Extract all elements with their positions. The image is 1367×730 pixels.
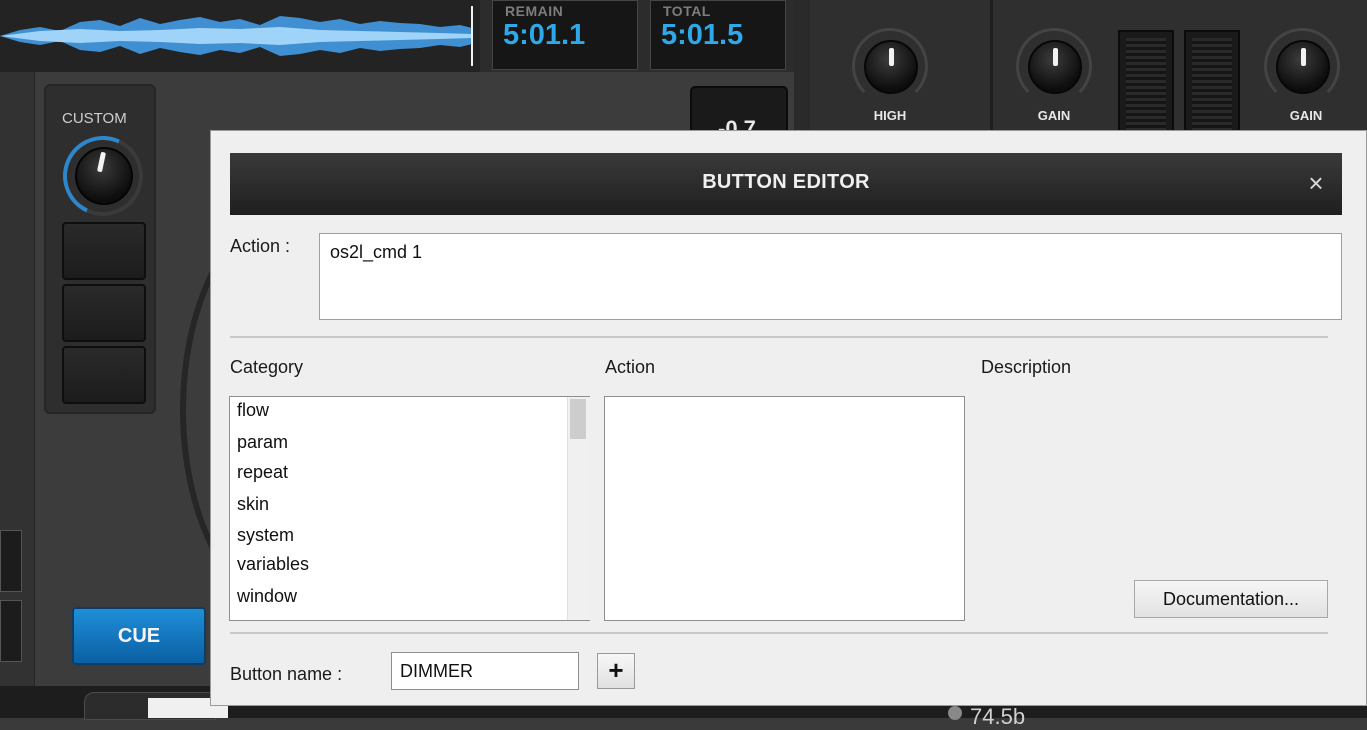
bottom-readout: 74.5b bbox=[970, 704, 1026, 729]
category-header: Category bbox=[230, 357, 304, 377]
add-button[interactable]: + bbox=[597, 653, 635, 689]
list-item[interactable]: flow bbox=[237, 400, 269, 421]
knob-body bbox=[1028, 40, 1082, 94]
total-time-display: TOTAL 5:01.5 bbox=[650, 0, 786, 70]
remain-value: 5:01.1 bbox=[503, 19, 586, 51]
remain-time-display: REMAIN 5:01.1 bbox=[492, 0, 638, 70]
action-input[interactable]: os2l_cmd 1 bbox=[319, 233, 1342, 320]
documentation-button[interactable]: Documentation... bbox=[1134, 580, 1328, 618]
cue-button[interactable]: CUE bbox=[72, 607, 206, 665]
total-value: 5:01.5 bbox=[661, 19, 744, 51]
list-item[interactable]: window bbox=[237, 586, 297, 607]
custom-label: CUSTOM bbox=[62, 110, 127, 127]
waveform[interactable] bbox=[0, 0, 480, 72]
close-icon[interactable]: × bbox=[1300, 166, 1332, 200]
custom-pad-1[interactable] bbox=[62, 222, 146, 280]
action-label: Action : bbox=[230, 236, 291, 256]
button-name-label: Button name : bbox=[230, 664, 343, 684]
gain-left-label: GAIN bbox=[1037, 108, 1071, 123]
knob-indicator bbox=[889, 48, 894, 66]
action-list[interactable] bbox=[604, 396, 965, 621]
gain-knob-right[interactable] bbox=[1264, 28, 1342, 106]
waveform-graphic bbox=[0, 0, 480, 72]
total-label: TOTAL bbox=[663, 3, 711, 19]
high-label: HIGH bbox=[873, 108, 907, 123]
list-item[interactable]: variables bbox=[237, 554, 309, 575]
level-meter-right bbox=[1184, 30, 1240, 142]
custom-pad-3[interactable] bbox=[62, 346, 146, 404]
description-header: Description bbox=[981, 357, 1072, 377]
knob-indicator bbox=[1301, 48, 1306, 66]
remain-label: REMAIN bbox=[505, 3, 564, 19]
scrollbar-thumb[interactable] bbox=[570, 399, 586, 439]
divider bbox=[230, 336, 1328, 338]
list-item[interactable]: system bbox=[237, 525, 294, 546]
high-eq-knob[interactable] bbox=[852, 28, 930, 106]
list-item[interactable]: param bbox=[237, 432, 288, 453]
action-header: Action bbox=[605, 357, 656, 377]
knob-body bbox=[1276, 40, 1330, 94]
button-name-input[interactable]: DIMMER bbox=[391, 652, 579, 690]
mixer-separator bbox=[990, 0, 993, 140]
knob-body bbox=[864, 40, 918, 94]
list-item[interactable]: repeat bbox=[237, 462, 288, 483]
side-button-1[interactable] bbox=[0, 530, 22, 592]
category-list[interactable]: flow param repeat skin system variables … bbox=[229, 396, 590, 621]
divider bbox=[230, 632, 1328, 634]
gain-right-label: GAIN bbox=[1289, 108, 1323, 123]
list-item[interactable]: skin bbox=[237, 494, 269, 515]
side-button-2[interactable] bbox=[0, 600, 22, 662]
dialog-title: BUTTON EDITOR bbox=[702, 171, 870, 193]
custom-pad-2[interactable] bbox=[62, 284, 146, 342]
knob-indicator bbox=[1053, 48, 1058, 66]
gain-knob-left[interactable] bbox=[1016, 28, 1094, 106]
meter-segments bbox=[1126, 38, 1166, 134]
meter-segments bbox=[1192, 38, 1232, 134]
level-meter-left bbox=[1118, 30, 1174, 142]
